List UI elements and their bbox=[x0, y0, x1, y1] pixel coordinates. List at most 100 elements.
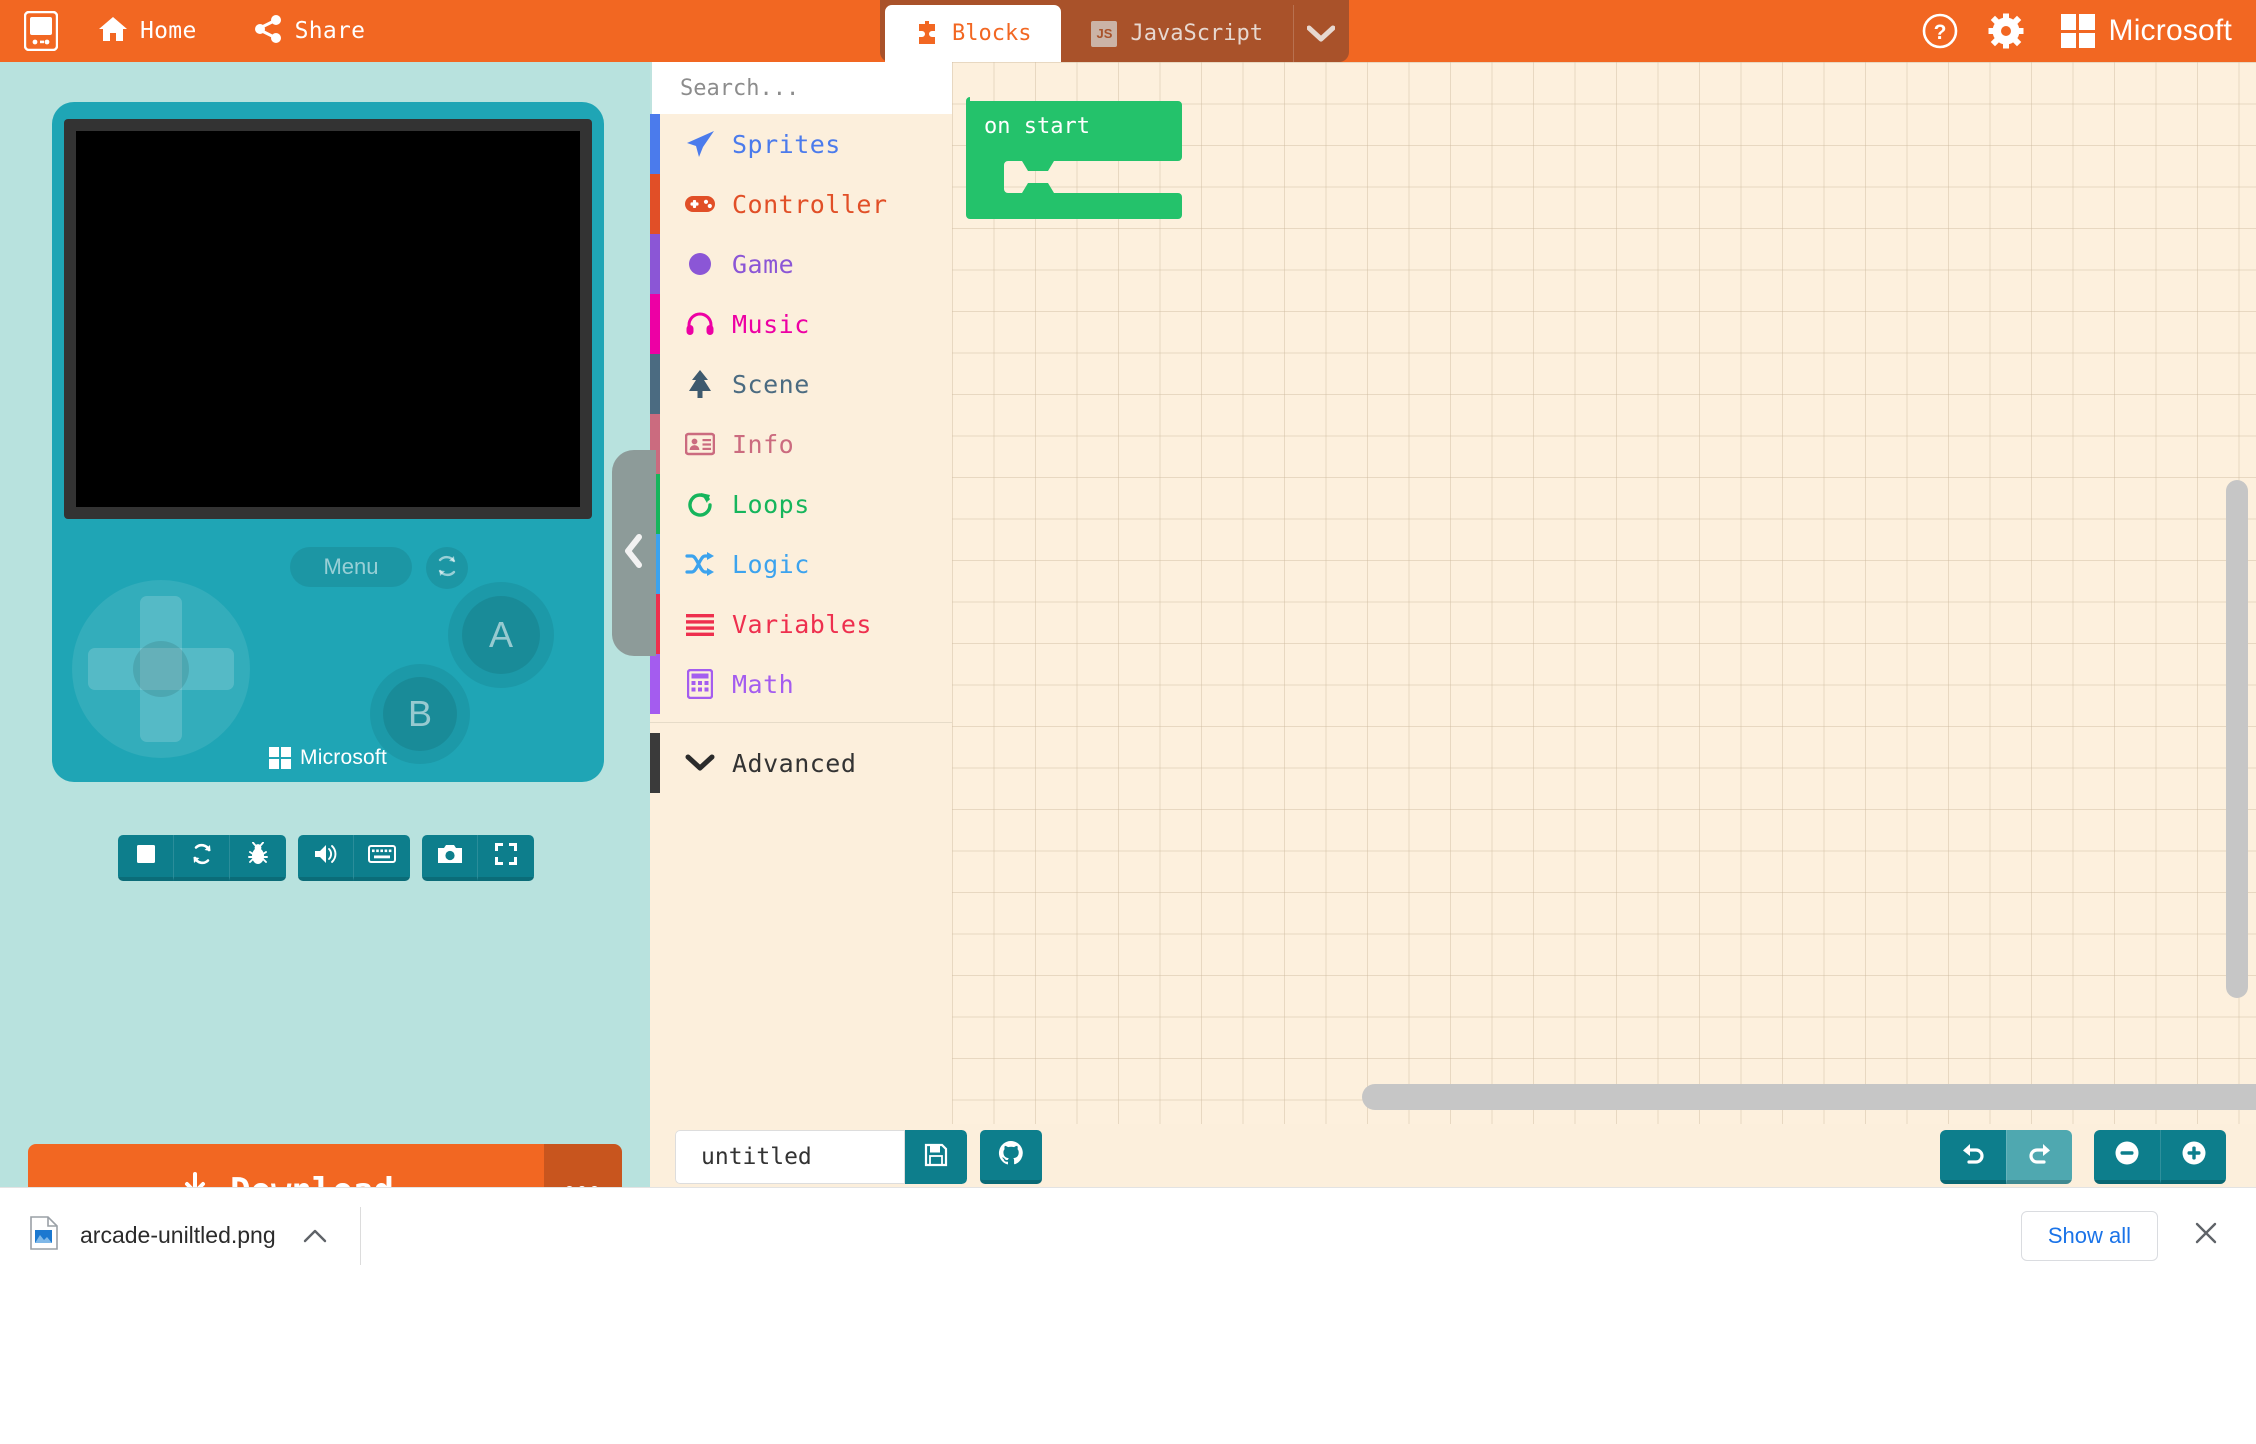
simulator-io-group bbox=[298, 835, 410, 881]
device-button-a-label: A bbox=[462, 596, 540, 674]
save-project-button[interactable] bbox=[905, 1130, 967, 1184]
workspace-vertical-scrollbar[interactable] bbox=[2226, 480, 2248, 998]
toolbox-collapse-handle[interactable] bbox=[612, 450, 656, 656]
stop-button[interactable] bbox=[118, 835, 174, 881]
blocks-workspace[interactable]: on start bbox=[952, 62, 2256, 1124]
close-shelf-button[interactable] bbox=[2180, 1210, 2232, 1262]
header-right-group: ? Microsoft bbox=[1907, 0, 2233, 62]
search-input[interactable] bbox=[652, 75, 960, 101]
device-button-b-label: B bbox=[383, 677, 457, 751]
tab-javascript-label: JavaScript bbox=[1130, 21, 1263, 46]
toolbox-category-scene[interactable]: Scene bbox=[650, 354, 952, 414]
toolbox-category-music[interactable]: Music bbox=[650, 294, 952, 354]
puzzle-icon bbox=[915, 19, 939, 47]
dpad-center bbox=[133, 641, 189, 697]
id-card-icon bbox=[668, 432, 732, 456]
toolbox-category-game[interactable]: Game bbox=[650, 234, 952, 294]
github-button[interactable] bbox=[980, 1130, 1042, 1184]
shelf-divider bbox=[359, 1206, 361, 1265]
project-name-group bbox=[675, 1130, 967, 1184]
toolbox-category-sprites[interactable]: Sprites bbox=[650, 114, 952, 174]
restart-button[interactable] bbox=[174, 835, 230, 881]
downloaded-file-name: arcade-uniltled.png bbox=[80, 1222, 276, 1248]
undo-icon bbox=[1960, 1141, 1986, 1170]
undo-button[interactable] bbox=[1940, 1130, 2006, 1184]
tree-icon bbox=[668, 369, 732, 399]
category-color-stripe bbox=[650, 654, 660, 714]
toolbox-category-label: Sprites bbox=[732, 129, 841, 159]
simulator-toolbar bbox=[118, 835, 534, 881]
toolbox-category-label: Info bbox=[732, 429, 795, 459]
tab-blocks[interactable]: Blocks bbox=[885, 5, 1062, 62]
toolbox-category-logic[interactable]: Logic bbox=[650, 534, 952, 594]
show-all-downloads-button[interactable]: Show all bbox=[2020, 1210, 2158, 1261]
screenshot-button[interactable] bbox=[422, 835, 478, 881]
home-nav-item[interactable]: Home bbox=[78, 0, 217, 62]
toolbox-category-label: Loops bbox=[732, 489, 810, 519]
device-dpad[interactable] bbox=[72, 580, 250, 758]
toolbox-category-label: Math bbox=[732, 669, 795, 699]
gear-icon[interactable] bbox=[1973, 0, 2039, 62]
keyboard-button[interactable] bbox=[354, 835, 410, 881]
minus-circle-icon bbox=[2114, 1140, 2140, 1171]
device-menu-button[interactable]: Menu bbox=[290, 547, 412, 587]
downloaded-file-item[interactable]: arcade-uniltled.png bbox=[0, 1188, 360, 1284]
image-file-icon bbox=[30, 1216, 58, 1255]
device-brand: Microsoft bbox=[269, 746, 387, 770]
fullscreen-icon bbox=[494, 842, 518, 871]
chevron-down-icon bbox=[668, 753, 732, 773]
redo-button[interactable] bbox=[2006, 1130, 2072, 1184]
toolbox-category-info[interactable]: Info bbox=[650, 414, 952, 474]
chevron-up-icon[interactable] bbox=[298, 1228, 332, 1244]
share-icon bbox=[254, 14, 283, 48]
toolbox-divider bbox=[650, 722, 952, 723]
fullscreen-button[interactable] bbox=[478, 835, 534, 881]
simulator-capture-group bbox=[422, 835, 534, 881]
chevron-down-icon[interactable] bbox=[1292, 5, 1349, 62]
list-lines-icon bbox=[668, 612, 732, 636]
device-reset-button[interactable] bbox=[426, 547, 468, 589]
mute-button[interactable] bbox=[298, 835, 354, 881]
toolbox-category-controller[interactable]: Controller bbox=[650, 174, 952, 234]
tab-javascript[interactable]: JS JavaScript bbox=[1061, 5, 1292, 62]
gamepad-icon bbox=[668, 193, 732, 215]
device-button-a[interactable]: A bbox=[448, 582, 554, 688]
chevron-left-icon bbox=[623, 533, 645, 573]
category-color-stripe bbox=[650, 733, 660, 793]
shuffle-icon bbox=[668, 551, 732, 577]
simulator-run-group bbox=[118, 835, 286, 881]
help-circle-icon[interactable]: ? bbox=[1907, 0, 1973, 62]
toolbox-category-variables[interactable]: Variables bbox=[650, 594, 952, 654]
debug-button[interactable] bbox=[230, 835, 286, 881]
arcade-logo-icon[interactable] bbox=[22, 9, 60, 53]
toolbox-search[interactable] bbox=[650, 62, 986, 114]
share-nav-item[interactable]: Share bbox=[235, 0, 386, 62]
category-color-stripe bbox=[650, 234, 660, 294]
editor-bottom-bar bbox=[650, 1124, 2256, 1187]
microsoft-logo-icon bbox=[2060, 14, 2095, 48]
category-color-stripe bbox=[650, 294, 660, 354]
zoom-in-button[interactable] bbox=[2160, 1130, 2226, 1184]
category-color-stripe bbox=[650, 354, 660, 414]
svg-text:?: ? bbox=[1933, 21, 1946, 44]
microsoft-logo-icon bbox=[269, 747, 292, 769]
plus-circle-icon bbox=[2181, 1140, 2207, 1171]
refresh-icon bbox=[435, 554, 459, 583]
stop-icon bbox=[135, 843, 157, 870]
toolbox-category-advanced[interactable]: Advanced bbox=[650, 733, 952, 793]
toolbox-category-math[interactable]: Math bbox=[650, 654, 952, 714]
toolbox-category-loops[interactable]: Loops bbox=[650, 474, 952, 534]
paper-plane-icon bbox=[668, 129, 732, 159]
zoom-out-button[interactable] bbox=[2094, 1130, 2160, 1184]
restart-icon bbox=[190, 842, 214, 871]
toolbox-category-list: Sprites Controller Game Music Scene Info… bbox=[650, 114, 952, 793]
makecode-arcade-editor: Home Share ? Microsoft Blocks JS JavaScr… bbox=[0, 0, 2256, 1444]
camera-icon bbox=[437, 843, 463, 870]
block-on-start[interactable]: on start bbox=[964, 97, 1184, 227]
project-name-input[interactable] bbox=[675, 1130, 905, 1184]
tab-blocks-label: Blocks bbox=[952, 21, 1032, 46]
workspace-horizontal-scrollbar[interactable] bbox=[1362, 1084, 2256, 1110]
toolbox-category-label: Music bbox=[732, 309, 810, 339]
microsoft-brand: Microsoft bbox=[2060, 14, 2233, 48]
simulator-screen[interactable] bbox=[76, 131, 580, 507]
